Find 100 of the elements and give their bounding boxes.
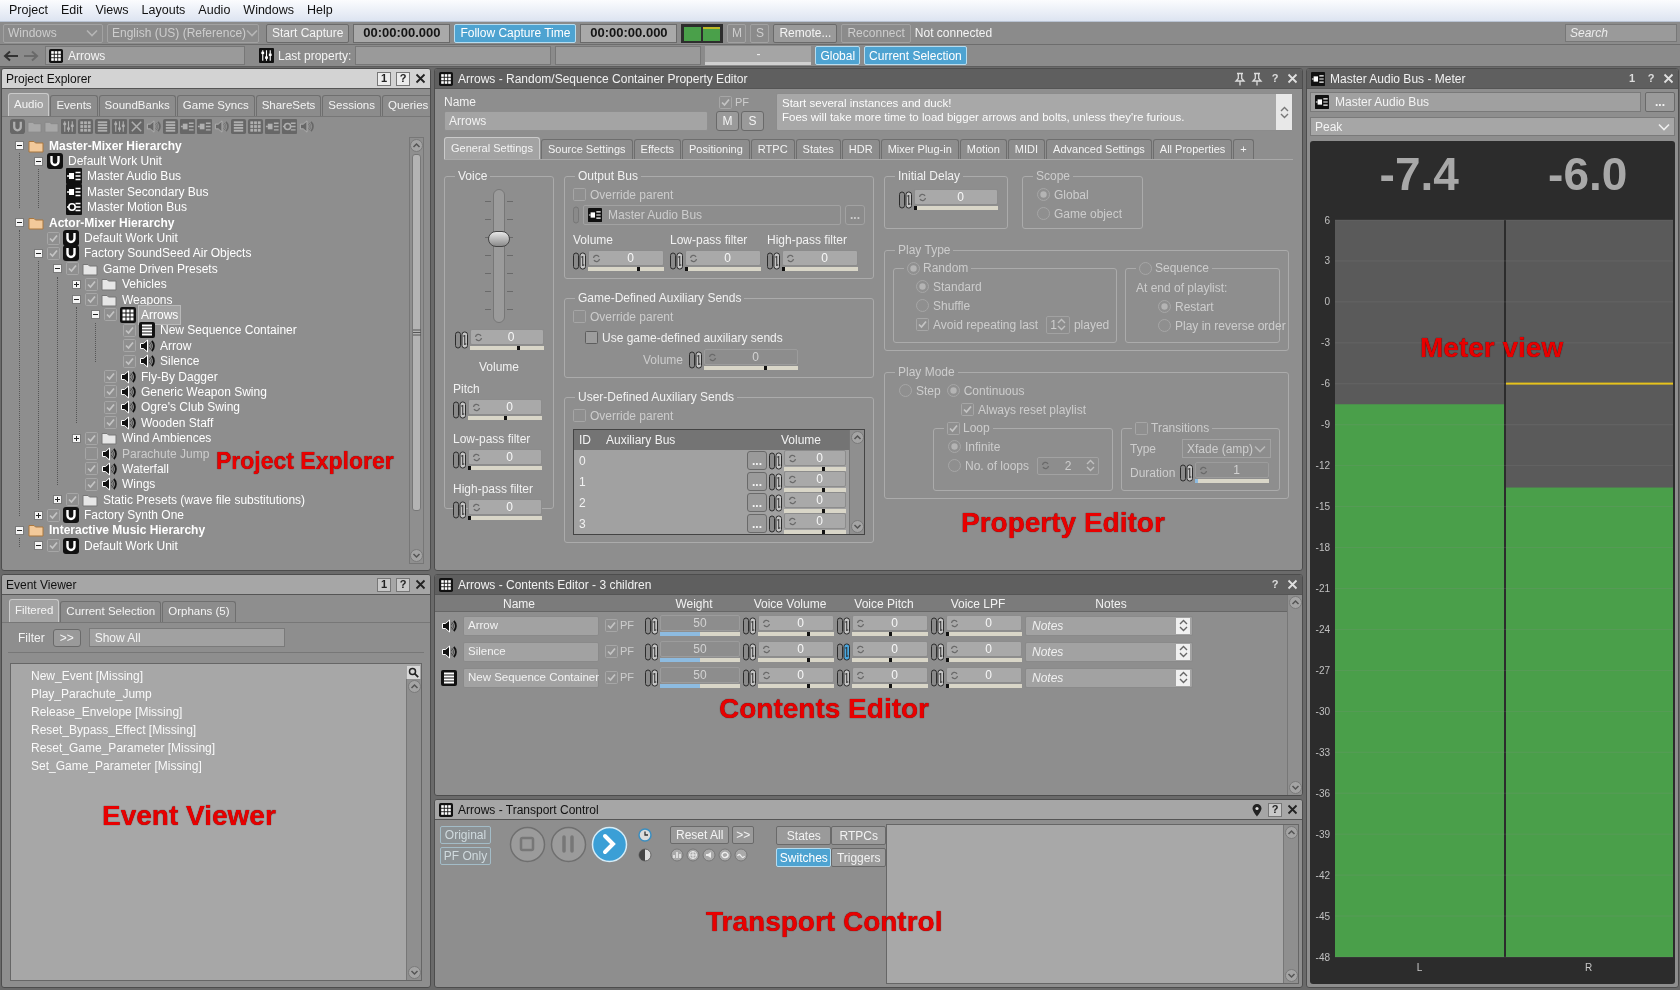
reset-all-button[interactable]: Reset All — [670, 826, 730, 844]
double-pill-icon[interactable] — [573, 251, 586, 270]
value-field[interactable]: - — [705, 46, 812, 65]
slider-track[interactable] — [468, 466, 542, 470]
checkbox[interactable] — [123, 339, 136, 353]
filter-button[interactable]: >> — [52, 628, 81, 647]
scrollbar[interactable] — [849, 430, 864, 534]
tab[interactable]: Advanced Settings — [1046, 139, 1152, 159]
checkbox[interactable] — [47, 246, 60, 260]
notes-field[interactable]: Notes — [1025, 641, 1193, 662]
object-field[interactable]: Arrows — [45, 46, 245, 65]
number-field[interactable]: 0 — [468, 449, 542, 465]
minus-box-icon[interactable] — [34, 541, 43, 551]
slider-track[interactable] — [758, 684, 834, 688]
double-pill-icon[interactable] — [670, 251, 683, 270]
list-icon[interactable] — [231, 119, 246, 134]
help-button[interactable]: ? — [396, 577, 410, 592]
help-button[interactable]: ? — [1268, 577, 1282, 592]
name-field[interactable]: Arrows — [444, 111, 708, 131]
wave-disc-icon[interactable] — [734, 848, 748, 862]
level-meter-icon[interactable] — [681, 23, 724, 43]
tab[interactable]: Source Settings — [540, 139, 633, 159]
minus-box-icon[interactable] — [53, 264, 62, 274]
name-field[interactable]: Arrow — [463, 615, 599, 636]
checkbox[interactable] — [85, 477, 98, 491]
slider-thumb[interactable] — [946, 684, 949, 688]
checkbox[interactable] — [719, 95, 732, 109]
minus-box-icon[interactable] — [15, 525, 24, 535]
minus-box-icon[interactable] — [91, 310, 100, 320]
number-field[interactable]: 0 — [914, 189, 998, 205]
double-pill-icon[interactable] — [454, 330, 468, 349]
checkbox[interactable] — [123, 323, 136, 337]
forward-arrow-icon[interactable] — [23, 49, 39, 62]
slider-track[interactable] — [784, 488, 846, 492]
number-field[interactable]: 0 — [685, 250, 761, 266]
tab[interactable]: All Properties — [1152, 139, 1233, 159]
double-pill-icon[interactable] — [769, 493, 782, 512]
speaker-icon[interactable] — [299, 119, 314, 134]
chip-icon[interactable] — [197, 119, 212, 134]
checkbox[interactable] — [85, 447, 98, 460]
double-pill-icon[interactable] — [837, 642, 850, 661]
slider-thumb[interactable] — [468, 466, 471, 470]
notes-field[interactable]: Notes — [1025, 667, 1193, 688]
event-item[interactable]: New_Event [Missing] — [11, 667, 406, 685]
minus-box-icon[interactable] — [15, 141, 24, 151]
tree-item[interactable]: Arrows — [139, 306, 181, 324]
slider-thumb[interactable] — [914, 206, 917, 210]
slider-track[interactable] — [784, 467, 846, 471]
number-field[interactable]: 0 — [946, 615, 1022, 631]
plus-box-icon[interactable] — [34, 510, 43, 520]
checkbox[interactable] — [85, 462, 98, 476]
close-icon[interactable] — [415, 579, 426, 590]
pane-number-button[interactable]: 1 — [377, 577, 391, 592]
browse-button[interactable]: ... — [747, 514, 767, 533]
slider-thumb[interactable] — [782, 267, 785, 271]
menu-item[interactable]: Windows — [237, 1, 301, 20]
number-field[interactable]: 0 — [852, 667, 928, 683]
slider-track[interactable] — [660, 658, 740, 662]
notes-field[interactable]: Start several instances and duck! Foes will take more time to load bigger arrows and bolts, unless they're furious. — [776, 93, 1293, 131]
minus-box-icon[interactable] — [34, 156, 43, 166]
tab[interactable]: Switches — [776, 848, 832, 867]
pause-button[interactable] — [550, 826, 587, 863]
slider-track[interactable] — [685, 267, 761, 271]
number-field[interactable]: 0 — [758, 641, 834, 657]
tab[interactable]: Sessions — [322, 95, 381, 116]
slider-thumb[interactable] — [468, 516, 471, 520]
slider-thumb[interactable] — [821, 530, 825, 534]
grid-icon[interactable] — [248, 119, 263, 134]
menu-item[interactable]: Project — [3, 1, 54, 20]
map-pin-icon[interactable] — [1251, 802, 1263, 817]
sliders-icon[interactable] — [112, 119, 127, 134]
menu-item[interactable]: Help — [301, 1, 339, 20]
chevron-down-icon[interactable] — [1284, 969, 1298, 982]
number-field[interactable]: 0 — [852, 615, 928, 631]
up-down-arrows-icon[interactable] — [1279, 105, 1289, 119]
double-pill-icon[interactable] — [645, 668, 658, 687]
slider-track[interactable] — [946, 658, 1022, 662]
browse-button[interactable]: ... — [747, 472, 767, 491]
checkbox[interactable] — [85, 431, 98, 445]
checkbox[interactable] — [104, 400, 117, 414]
double-pill-icon[interactable] — [645, 616, 658, 635]
slider-track[interactable] — [852, 684, 928, 688]
slider-track[interactable] — [758, 632, 834, 636]
property-field[interactable] — [555, 46, 702, 65]
checkbox[interactable] — [605, 645, 618, 658]
tab[interactable]: Game Syncs — [176, 95, 255, 116]
name-field[interactable]: Silence — [463, 641, 599, 662]
scrollbar[interactable] — [1287, 595, 1302, 795]
double-pill-icon[interactable] — [743, 616, 756, 635]
double-pill-icon[interactable] — [743, 668, 756, 687]
slider-thumb[interactable] — [806, 658, 810, 662]
checkbox[interactable] — [85, 293, 98, 307]
tab[interactable]: Queries — [382, 95, 430, 116]
slider-track[interactable] — [758, 658, 834, 662]
tab[interactable]: SoundBanks — [98, 95, 176, 116]
number-field[interactable]: 0 — [758, 667, 834, 683]
chevron-down-icon[interactable] — [1288, 781, 1302, 794]
slider-track[interactable] — [946, 684, 1022, 688]
double-pill-icon[interactable] — [453, 450, 466, 469]
close-icon[interactable] — [415, 73, 426, 84]
